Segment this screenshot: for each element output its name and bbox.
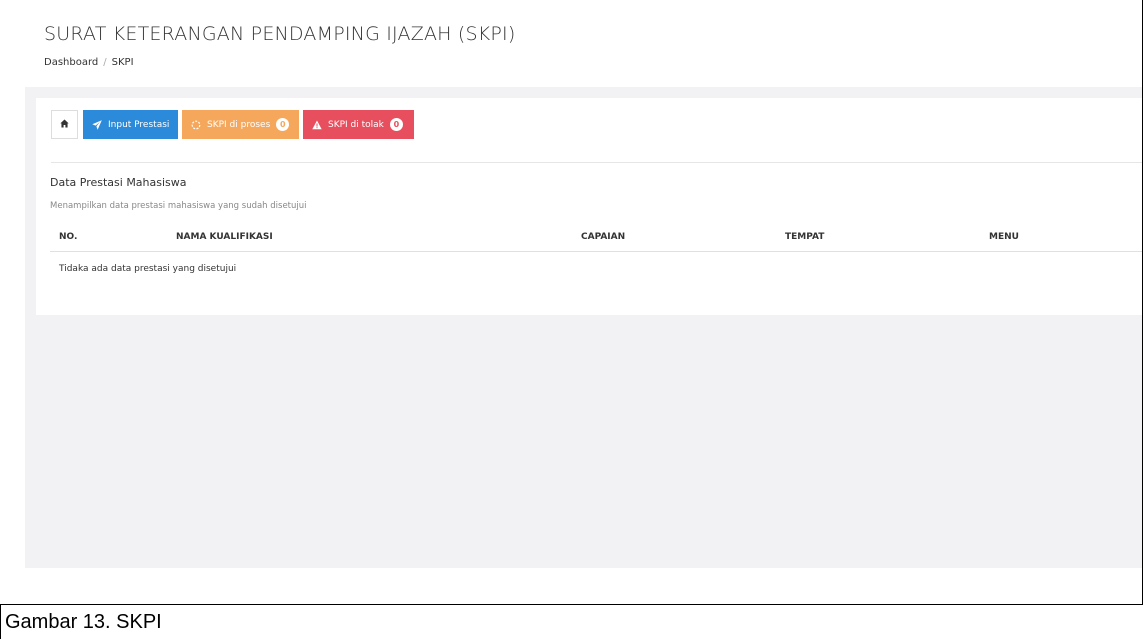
column-header-menu: MENU: [989, 232, 1019, 242]
breadcrumb: Dashboard / SKPI: [44, 57, 134, 68]
section-title: Data Prestasi Mahasiswa: [50, 176, 187, 189]
spinner-icon: [191, 120, 201, 130]
skpi-proses-button[interactable]: SKPI di proses 0: [182, 110, 299, 139]
home-button[interactable]: [51, 110, 78, 139]
column-header-no: NO.: [59, 232, 78, 242]
warning-icon: [312, 120, 322, 130]
column-header-tempat: TEMPAT: [785, 232, 825, 242]
breadcrumb-dashboard-link[interactable]: Dashboard: [44, 57, 98, 68]
skpi-tolak-count-badge: 0: [389, 118, 403, 131]
skpi-tolak-button[interactable]: SKPI di tolak 0: [303, 110, 414, 139]
content-card: Input Prestasi SKPI di proses 0 SKPI di …: [36, 98, 1142, 315]
table-header: NO. NAMA KUALIFIKASI CAPAIAN TEMPAT MENU: [50, 228, 1142, 252]
card-divider: [51, 162, 1142, 163]
app-window: SURAT KETERANGAN PENDAMPING IJAZAH (SKPI…: [0, 0, 1143, 605]
breadcrumb-separator: /: [103, 57, 107, 68]
home-icon: [60, 118, 69, 131]
skpi-proses-label: SKPI di proses: [207, 119, 271, 130]
skpi-tolak-label: SKPI di tolak: [328, 119, 384, 130]
breadcrumb-current: SKPI: [111, 57, 134, 68]
input-prestasi-label: Input Prestasi: [108, 119, 170, 130]
page-title: SURAT KETERANGAN PENDAMPING IJAZAH (SKPI…: [44, 23, 516, 45]
figure-caption: Gambar 13. SKPI: [0, 605, 1144, 639]
section-subtitle: Menampilkan data prestasi mahasiswa yang…: [50, 201, 307, 211]
input-prestasi-button[interactable]: Input Prestasi: [83, 110, 178, 139]
column-header-capaian: CAPAIAN: [581, 232, 626, 242]
skpi-proses-count-badge: 0: [276, 118, 290, 131]
paper-plane-icon: [92, 119, 102, 130]
content-area: Input Prestasi SKPI di proses 0 SKPI di …: [25, 87, 1142, 568]
table-empty-message: Tidaka ada data prestasi yang disetujui: [59, 264, 237, 274]
column-header-nama-kualifikasi: NAMA KUALIFIKASI: [176, 232, 273, 242]
